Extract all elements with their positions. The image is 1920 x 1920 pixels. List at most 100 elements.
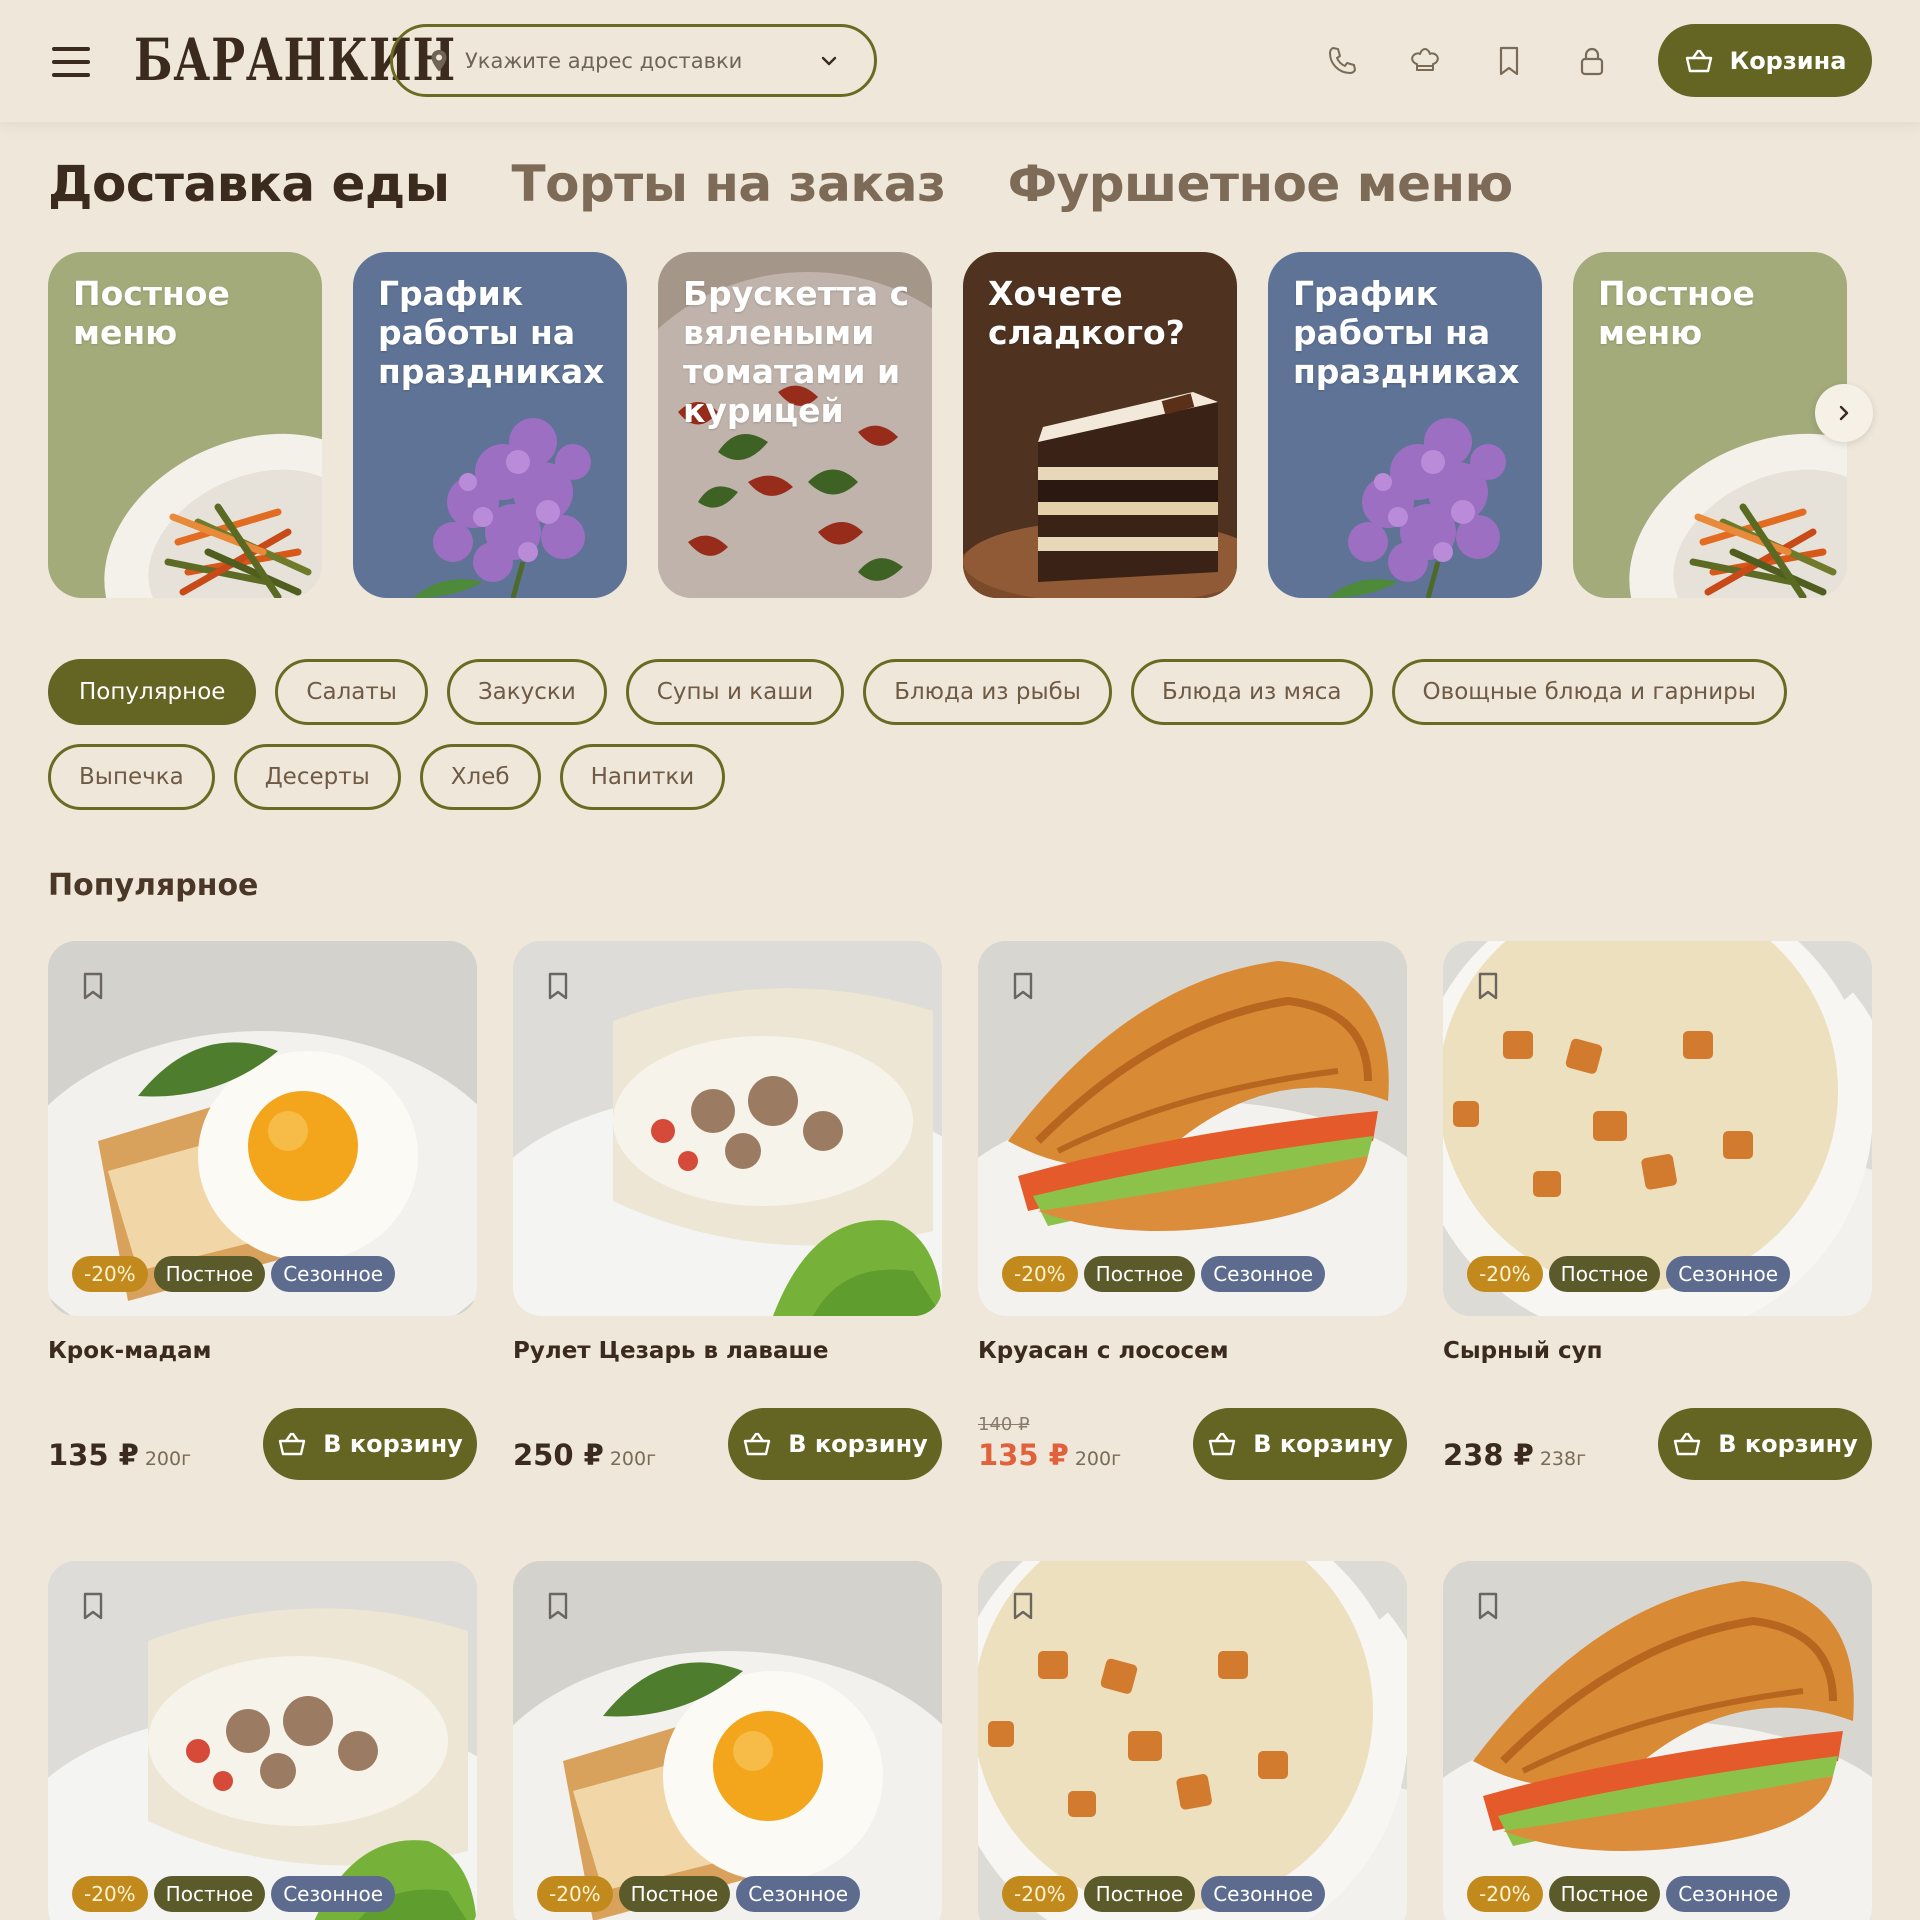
product-weight: 200г <box>1074 1448 1122 1470</box>
bookmark-icon[interactable] <box>1492 44 1526 78</box>
product-image[interactable]: -20% Постное Сезонное <box>48 1561 477 1920</box>
promo-title: Постное меню <box>73 274 230 352</box>
chip-appetizers[interactable]: Закуски <box>446 659 607 725</box>
bookmark-icon[interactable] <box>1008 1589 1038 1623</box>
lenten-badge: Постное <box>1083 1876 1196 1912</box>
lenten-badge: Постное <box>618 1876 731 1912</box>
product-image[interactable]: -20% Постное Сезонное <box>1443 941 1872 1316</box>
product-badges: -20% Постное Сезонное <box>1467 1256 1791 1292</box>
seasonal-badge: Сезонное <box>1666 1876 1791 1912</box>
chip-drinks[interactable]: Напитки <box>559 744 726 810</box>
product-price: 250 ₽ <box>513 1438 604 1472</box>
carousel-next-button[interactable] <box>1815 384 1873 442</box>
product-card[interactable]: -20% Постное Сезонное <box>48 1561 477 1920</box>
bookmark-icon[interactable] <box>1008 969 1038 1003</box>
lenten-badge: Постное <box>153 1256 266 1292</box>
promo-card-lenten-menu[interactable]: Постное меню <box>1573 252 1847 598</box>
product-name[interactable]: Рулет Цезарь в лаваше <box>513 1338 942 1368</box>
promo-card-holiday-hours[interactable]: График работы на праздниках <box>1268 252 1542 598</box>
discount-badge: -20% <box>1002 1876 1078 1912</box>
chip-salads[interactable]: Салаты <box>275 659 428 725</box>
product-name[interactable]: Круасан с лососем <box>978 1338 1407 1368</box>
discount-badge: -20% <box>1467 1876 1543 1912</box>
product-badges: -20% Постное Сезонное <box>537 1876 861 1912</box>
lock-icon[interactable] <box>1575 44 1609 78</box>
discount-badge: -20% <box>1467 1256 1543 1292</box>
product-price-row: 238 ₽238г <box>1443 1438 1586 1472</box>
product-image[interactable]: -20% Постное Сезонное <box>1443 1561 1872 1920</box>
chevron-down-icon <box>821 56 837 65</box>
add-to-cart-button[interactable]: В корзину <box>263 1408 477 1480</box>
discount-badge: -20% <box>72 1876 148 1912</box>
menu-icon[interactable] <box>52 47 90 77</box>
product-badges: -20% Постное Сезонное <box>1467 1876 1791 1912</box>
bookmark-icon[interactable] <box>543 969 573 1003</box>
lenten-badge: Постное <box>1083 1256 1196 1292</box>
promo-card-lenten-menu[interactable]: Постное меню <box>48 252 322 598</box>
chip-bread[interactable]: Хлеб <box>419 744 541 810</box>
add-to-cart-button[interactable]: В корзину <box>1193 1408 1407 1480</box>
chip-vegetables[interactable]: Овощные блюда и гарниры <box>1391 659 1787 725</box>
product-footer: 140 ₽ 135 ₽200г В корзину <box>978 1408 1407 1498</box>
promo-title: График работы на праздниках <box>378 274 605 391</box>
product-price: 135 ₽ <box>48 1438 139 1472</box>
product-weight: 200г <box>144 1448 192 1470</box>
product-price: 135 ₽ <box>978 1438 1069 1472</box>
tab-custom-cakes[interactable]: Торты на заказ <box>511 155 946 213</box>
chip-meat[interactable]: Блюда из мяса <box>1130 659 1373 725</box>
chip-popular[interactable]: Популярное <box>48 659 257 725</box>
basket-icon <box>279 1432 306 1456</box>
product-card[interactable]: -20% Постное Сезонное <box>1443 1561 1872 1920</box>
location-pin-icon <box>431 49 447 71</box>
product-card[interactable]: -20% Постное Сезонное <box>513 1561 942 1920</box>
bookmark-icon[interactable] <box>543 1589 573 1623</box>
lenten-badge: Постное <box>1548 1876 1661 1912</box>
product-image[interactable]: -20% Постное Сезонное <box>978 941 1407 1316</box>
chip-pastry[interactable]: Выпечка <box>48 744 215 810</box>
bookmark-icon[interactable] <box>78 969 108 1003</box>
basket-icon <box>1674 1432 1701 1456</box>
product-card[interactable]: -20% Постное Сезонное <box>978 1561 1407 1920</box>
product-image[interactable]: -20% Постное Сезонное <box>48 941 477 1316</box>
promo-card-desserts[interactable]: Хочете сладкого? <box>963 252 1237 598</box>
product-name[interactable]: Сырный суп <box>1443 1338 1872 1368</box>
cart-button[interactable]: Корзина <box>1658 24 1872 97</box>
product-name[interactable]: Крок-мадам <box>48 1338 477 1368</box>
add-to-cart-button[interactable]: В корзину <box>728 1408 942 1480</box>
product-price-row: 250 ₽200г <box>513 1438 656 1472</box>
product-badges: -20% Постное Сезонное <box>1002 1876 1326 1912</box>
phone-icon[interactable] <box>1325 44 1359 78</box>
product-card[interactable]: -20% Постное Сезонное Крок-мадам 135 ₽200г В … <box>48 941 477 1498</box>
bookmark-icon[interactable] <box>78 1589 108 1623</box>
product-card[interactable]: Рулет Цезарь в лаваше 250 ₽200г В корзину <box>513 941 942 1498</box>
bookmark-icon[interactable] <box>1473 969 1503 1003</box>
tab-food-delivery[interactable]: Доставка еды <box>48 155 450 213</box>
delivery-address-select[interactable]: Укажите адрес доставки <box>390 24 877 97</box>
product-badges: -20% Постное Сезонное <box>1002 1256 1326 1292</box>
promo-card-bruschetta[interactable]: Брускетта с вялеными томатами и курицей <box>658 252 932 598</box>
product-card[interactable]: -20% Постное Сезонное Круасан с лососем 140 … <box>978 941 1407 1498</box>
promo-carousel: Постное меню График работы на праздниках <box>48 252 1878 598</box>
add-to-cart-label: В корзину <box>323 1430 463 1458</box>
chip-fish[interactable]: Блюда из рыбы <box>863 659 1112 725</box>
chip-desserts[interactable]: Десерты <box>233 744 401 810</box>
product-image[interactable] <box>513 941 942 1316</box>
seasonal-badge: Сезонное <box>736 1876 861 1912</box>
basket-icon <box>1685 49 1712 72</box>
chip-soups[interactable]: Супы и каши <box>625 659 845 725</box>
soup-photo <box>978 1561 1407 1920</box>
product-image[interactable]: -20% Постное Сезонное <box>978 1561 1407 1920</box>
bookmark-icon[interactable] <box>1473 1589 1503 1623</box>
site-header: БАРАНКИН Укажите адрес доставки Корзина <box>0 0 1920 122</box>
product-image[interactable]: -20% Постное Сезонное <box>513 1561 942 1920</box>
product-footer: 238 ₽238г В корзину <box>1443 1408 1872 1498</box>
add-to-cart-button[interactable]: В корзину <box>1658 1408 1872 1480</box>
promo-card-holiday-hours[interactable]: График работы на праздниках <box>353 252 627 598</box>
chef-hat-icon[interactable] <box>1408 44 1442 78</box>
product-card[interactable]: -20% Постное Сезонное Сырный суп 238 ₽238г В … <box>1443 941 1872 1498</box>
old-price: 140 ₽ <box>978 1414 1030 1435</box>
chevron-right-icon <box>1839 405 1849 421</box>
wrap-photo <box>513 941 942 1316</box>
add-to-cart-label: В корзину <box>788 1430 928 1458</box>
tab-buffet-menu[interactable]: Фуршетное меню <box>1008 155 1514 213</box>
